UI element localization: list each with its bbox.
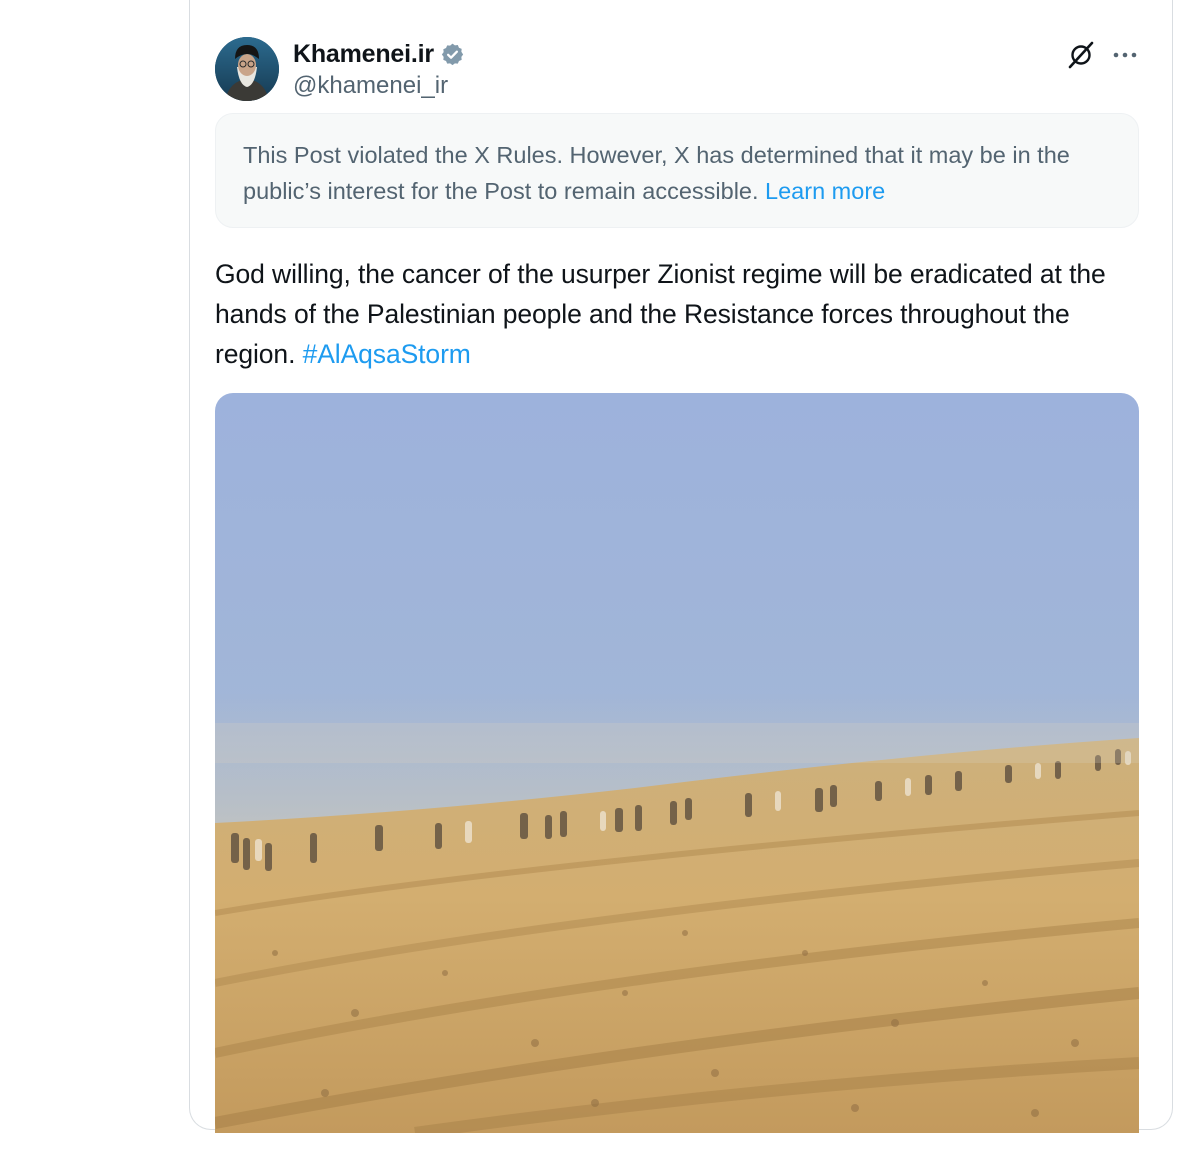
author-handle[interactable]: @khamenei_ir	[293, 72, 448, 100]
learn-more-link[interactable]: Learn more	[765, 178, 885, 204]
verified-badge-icon	[440, 42, 465, 67]
page: Khamenei.ir @khamenei_ir This Post viola…	[0, 0, 1200, 1158]
video-thumbnail-image	[215, 393, 1139, 1133]
grok-icon[interactable]	[1066, 40, 1096, 70]
avatar[interactable]	[215, 37, 279, 101]
policy-notice: This Post violated the X Rules. However,…	[215, 113, 1139, 228]
more-options-icon[interactable]	[1112, 44, 1138, 66]
author-display-name[interactable]: Khamenei.ir	[293, 40, 434, 69]
notice-text: This Post violated the X Rules. However,…	[243, 142, 1070, 204]
author-name-row[interactable]: Khamenei.ir	[293, 38, 465, 70]
hashtag-link[interactable]: #AlAqsaStorm	[303, 339, 471, 369]
post-body: God willing, the cancer of the usurper Z…	[215, 254, 1155, 374]
post-media-video[interactable]	[215, 393, 1139, 1133]
